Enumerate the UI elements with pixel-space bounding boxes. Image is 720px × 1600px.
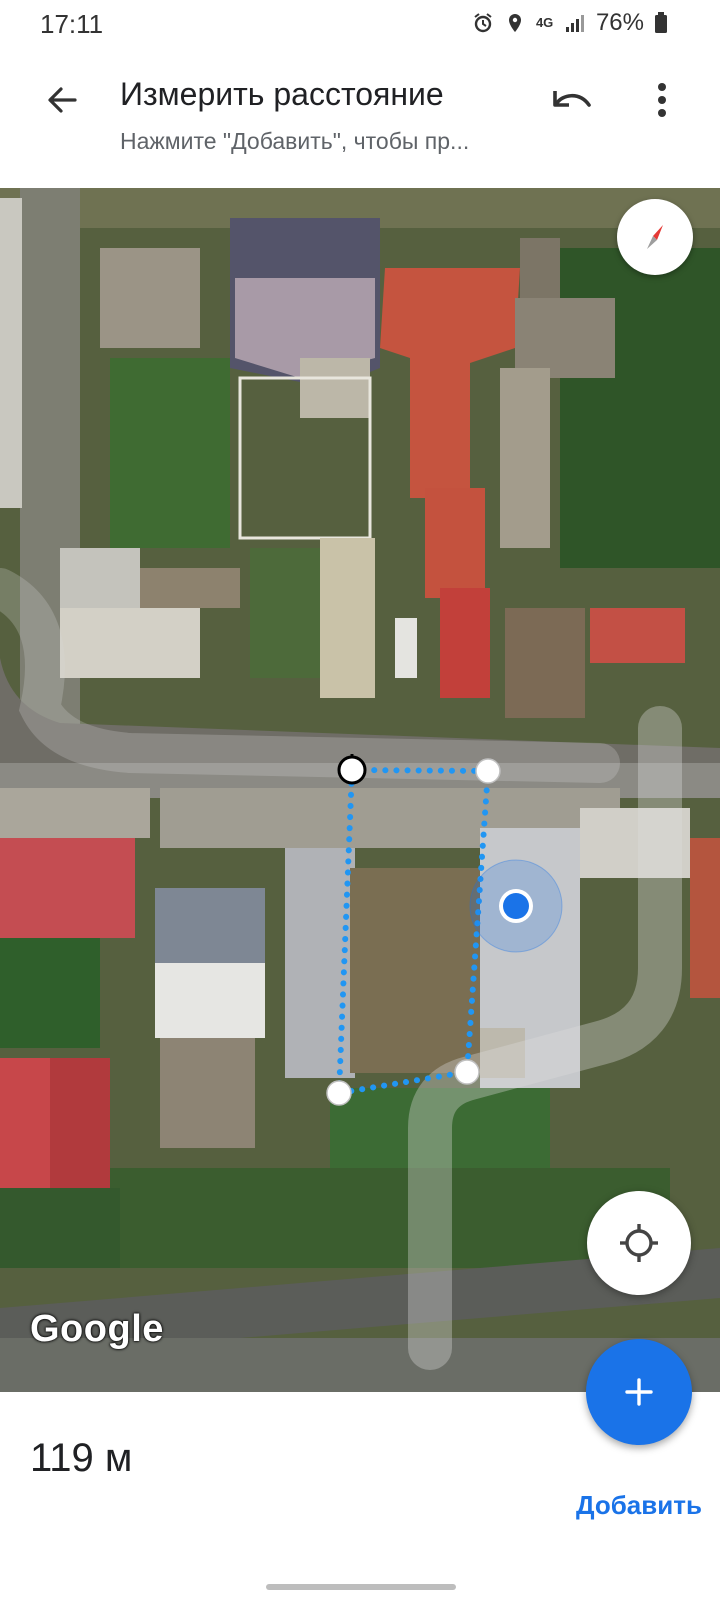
- more-options-button[interactable]: [636, 76, 688, 124]
- location-icon: [504, 12, 526, 34]
- alarm-icon: [472, 12, 494, 34]
- measure-start-point[interactable]: [337, 754, 367, 785]
- add-button[interactable]: Добавить: [576, 1490, 702, 1521]
- network-4g-icon: 4G: [535, 15, 554, 30]
- battery-icon: [654, 12, 676, 34]
- gesture-nav-bar[interactable]: [266, 1584, 456, 1590]
- plus-icon: [625, 1378, 653, 1406]
- measure-point[interactable]: [454, 1059, 480, 1085]
- more-vert-icon: [658, 83, 666, 117]
- status-time: 17:11: [40, 9, 104, 39]
- measure-point[interactable]: [475, 758, 501, 784]
- add-point-fab[interactable]: [586, 1339, 692, 1445]
- status-bar: 17:11 4G 76%: [0, 0, 720, 46]
- battery-percent: 76%: [595, 9, 644, 36]
- satellite-map[interactable]: Google: [0, 188, 720, 1392]
- app-bar: Измерить расстояние Нажмите "Добавить", …: [0, 46, 720, 188]
- undo-button[interactable]: [546, 76, 598, 124]
- status-icons: 4G 76%: [472, 9, 676, 37]
- page-title: Измерить расстояние: [120, 76, 444, 112]
- page-subtitle: Нажмите "Добавить", чтобы пр...: [120, 128, 470, 154]
- arrow-back-icon: [48, 87, 77, 113]
- user-location-dot: [499, 889, 533, 923]
- undo-icon: [553, 91, 591, 107]
- my-location-icon: [620, 1224, 658, 1262]
- signal-icon: [564, 12, 586, 34]
- compass-icon: [647, 225, 663, 249]
- google-logo: Google: [30, 1308, 164, 1350]
- total-distance: 119 м: [30, 1436, 133, 1480]
- back-button[interactable]: [38, 76, 86, 124]
- compass-button[interactable]: [617, 199, 693, 275]
- measure-point[interactable]: [326, 1080, 352, 1106]
- my-location-button[interactable]: [587, 1191, 691, 1295]
